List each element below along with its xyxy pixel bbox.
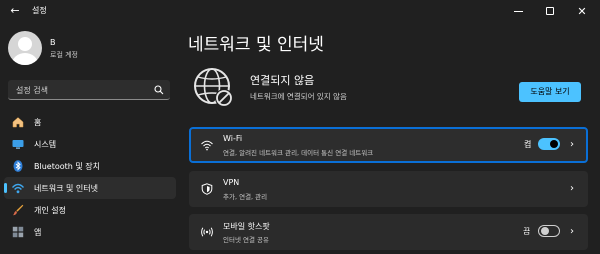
sidebar-item-label: 앱 — [34, 228, 42, 237]
search-placeholder: 설정 검색 — [16, 86, 48, 95]
settings-window: ← 설정 ✕ B 로컬 계정 설정 검색 홈 시스템 Bluetooth 및 장… — [0, 0, 600, 254]
home-icon — [12, 117, 24, 128]
hotspot-icon — [201, 227, 213, 237]
hotspot-toggle-label: 끔 — [523, 227, 531, 236]
wifi-title: Wi-Fi — [223, 134, 243, 143]
wifi-icon — [201, 140, 213, 151]
globe-disconnected-icon — [194, 68, 233, 107]
avatar-body — [12, 53, 38, 65]
brush-icon — [13, 204, 24, 216]
chevron-right-icon: › — [570, 139, 574, 150]
back-arrow-icon[interactable]: ← — [8, 4, 22, 18]
sidebar-item-label: 시스템 — [34, 140, 57, 149]
system-icon — [12, 140, 24, 149]
help-button[interactable]: 도움말 보기 — [519, 82, 581, 102]
account-type: 로컬 계정 — [50, 51, 78, 59]
sidebar-item-apps[interactable]: 앱 — [4, 221, 176, 243]
sidebar-item-label: 홈 — [34, 118, 42, 127]
chevron-right-icon: › — [570, 183, 574, 194]
close-button[interactable]: ✕ — [567, 0, 597, 22]
avatar-head — [18, 37, 32, 51]
user-name: B — [50, 38, 56, 47]
sidebar-item-bluetooth[interactable]: Bluetooth 및 장치 — [4, 155, 176, 177]
shield-icon — [201, 183, 213, 195]
maximize-icon — [546, 7, 554, 15]
search-icon — [154, 85, 164, 95]
hotspot-subtitle: 인터넷 연결 공유 — [223, 236, 269, 244]
minimize-button[interactable] — [503, 0, 533, 22]
wifi-subtitle: 연결, 알려진 네트워크 관리, 데이터 통신 연결 네트워크 — [223, 149, 374, 157]
toggle-knob — [550, 140, 558, 148]
sidebar-item-label: 네트워크 및 인터넷 — [34, 184, 98, 193]
wifi-card[interactable]: Wi-Fi 연결, 알려진 네트워크 관리, 데이터 통신 연결 네트워크 켬 … — [189, 127, 588, 163]
sidebar-item-label: 개인 설정 — [34, 206, 66, 215]
sidebar-item-system[interactable]: 시스템 — [4, 133, 176, 155]
hotspot-toggle[interactable] — [538, 225, 560, 237]
page-title: 네트워크 및 인터넷 — [188, 35, 324, 55]
sidebar-item-home[interactable]: 홈 — [4, 111, 176, 133]
vpn-subtitle: 추가, 연결, 관리 — [223, 193, 268, 201]
maximize-button[interactable] — [535, 0, 565, 22]
connection-status-subtitle: 네트워크에 연결되어 있지 않음 — [250, 92, 347, 101]
apps-icon — [12, 226, 24, 238]
app-title: 설정 — [32, 6, 47, 15]
bluetooth-icon — [13, 160, 23, 172]
selection-indicator — [4, 183, 7, 193]
search-input[interactable]: 설정 검색 — [8, 80, 170, 100]
hotspot-title: 모바일 핫스팟 — [223, 222, 270, 231]
wifi-toggle-label: 켬 — [524, 140, 532, 149]
connection-status-title: 연결되지 않음 — [250, 74, 315, 87]
sidebar-item-network[interactable]: 네트워크 및 인터넷 — [4, 177, 176, 199]
mobile-hotspot-card[interactable]: 모바일 핫스팟 인터넷 연결 공유 끔 › — [189, 214, 588, 250]
sidebar-item-personalization[interactable]: 개인 설정 — [4, 199, 176, 221]
title-bar: ← 설정 ✕ — [0, 0, 600, 22]
sidebar-item-label: Bluetooth 및 장치 — [34, 162, 101, 171]
minimize-icon — [513, 10, 523, 12]
vpn-card[interactable]: VPN 추가, 연결, 관리 › — [189, 171, 588, 207]
network-icon — [12, 183, 24, 194]
vpn-title: VPN — [223, 178, 240, 187]
close-icon: ✕ — [577, 4, 587, 18]
toggle-knob — [541, 227, 549, 235]
wifi-toggle[interactable] — [538, 138, 560, 150]
avatar[interactable] — [8, 31, 42, 65]
chevron-right-icon: › — [570, 226, 574, 237]
sidebar: B 로컬 계정 설정 검색 홈 시스템 Bluetooth 및 장치 네트워크 … — [0, 22, 180, 254]
